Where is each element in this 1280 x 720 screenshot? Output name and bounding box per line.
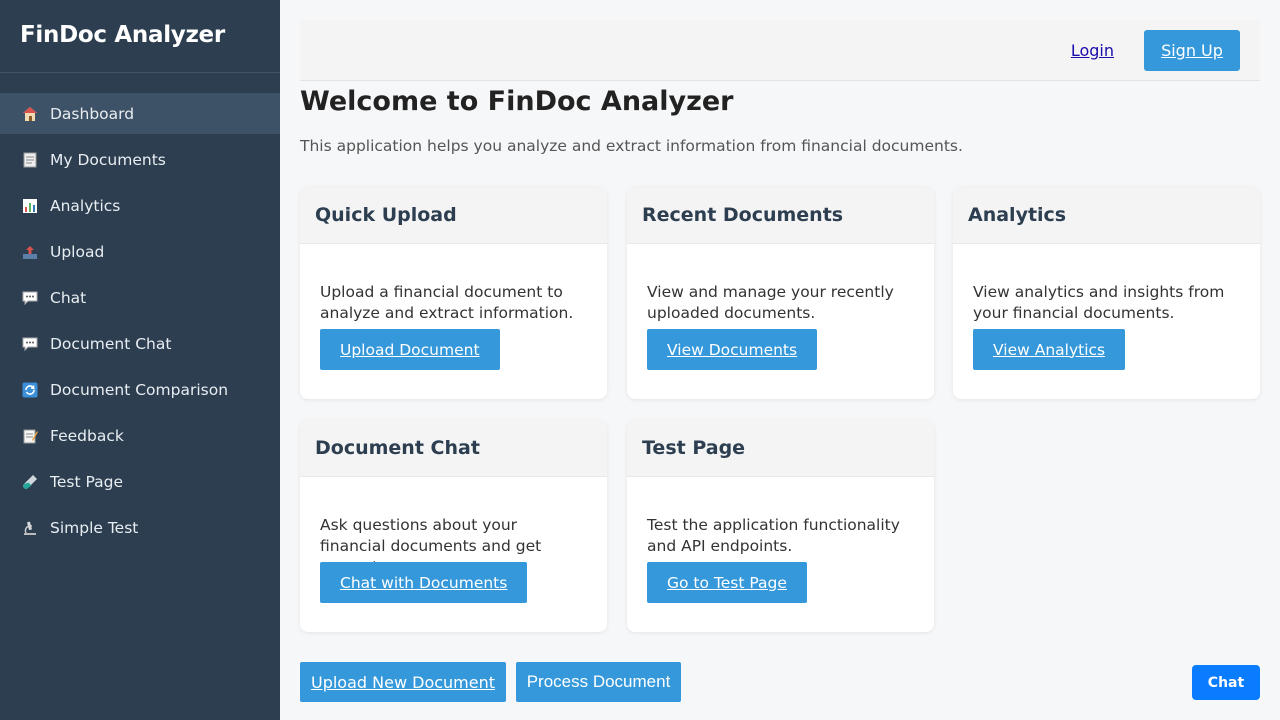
sidebar-item-dashboard[interactable]: Dashboard	[0, 93, 280, 134]
top-header: Login Sign Up	[300, 20, 1260, 81]
process-document-button[interactable]: Process Document	[516, 662, 681, 702]
card-text: View analytics and insights from your fi…	[973, 283, 1225, 322]
sidebar-item-label: Document Comparison	[50, 380, 229, 399]
upload-document-button[interactable]: Upload Document	[320, 329, 500, 370]
sidebar-item-document-comparison[interactable]: Document Comparison	[0, 369, 280, 410]
home-icon	[22, 106, 38, 122]
sidebar-item-label: Dashboard	[50, 104, 135, 123]
sidebar-item-chat[interactable]: Chat	[0, 277, 280, 318]
card-title: Document Chat	[300, 420, 607, 477]
sidebar-item-label: Chat	[50, 288, 87, 307]
card-text: Test the application functionality and A…	[647, 516, 900, 555]
bar-chart-icon	[22, 198, 38, 214]
upload-tray-icon	[22, 244, 38, 260]
chat-floating-button[interactable]: Chat	[1192, 665, 1260, 700]
page-description: This application helps you analyze and e…	[300, 137, 963, 155]
card-text: View and manage your recently uploaded d…	[647, 283, 894, 322]
sidebar-item-label: Test Page	[50, 472, 123, 491]
card-title: Test Page	[627, 420, 934, 477]
sidebar-item-label: Simple Test	[50, 518, 139, 537]
card-quick-upload: Quick Upload Upload a financial document…	[300, 187, 607, 399]
microscope-icon	[22, 520, 38, 536]
card-recent-documents: Recent Documents View and manage your re…	[627, 187, 934, 399]
page-title: Welcome to FinDoc Analyzer	[300, 86, 734, 117]
card-title: Analytics	[953, 187, 1260, 244]
card-analytics: Analytics View analytics and insights fr…	[953, 187, 1260, 399]
refresh-arrows-icon	[22, 382, 38, 398]
speech-bubble-icon	[22, 336, 38, 352]
card-title: Quick Upload	[300, 187, 607, 244]
go-to-test-page-button[interactable]: Go to Test Page	[647, 562, 807, 603]
sidebar-item-upload[interactable]: Upload	[0, 231, 280, 272]
upload-new-document-button[interactable]: Upload New Document	[300, 662, 506, 702]
card-text: Upload a financial document to analyze a…	[320, 283, 574, 322]
sidebar-item-label: My Documents	[50, 150, 166, 169]
sidebar: FinDoc Analyzer Dashboard My Documents A…	[0, 0, 280, 720]
sidebar-item-label: Upload	[50, 242, 105, 261]
chat-with-documents-button[interactable]: Chat with Documents	[320, 562, 528, 603]
view-documents-button[interactable]: View Documents	[647, 329, 818, 370]
login-link[interactable]: Login	[1071, 41, 1114, 60]
sidebar-item-test-page[interactable]: Test Page	[0, 461, 280, 502]
document-icon	[22, 152, 38, 168]
card-title: Recent Documents	[627, 187, 934, 244]
card-document-chat: Document Chat Ask questions about your f…	[300, 420, 607, 632]
sidebar-item-my-documents[interactable]: My Documents	[0, 139, 280, 180]
card-text: Ask questions about your financial docum…	[320, 516, 542, 576]
signup-button[interactable]: Sign Up	[1144, 30, 1240, 71]
app-title: FinDoc Analyzer	[0, 0, 280, 73]
sidebar-item-simple-test[interactable]: Simple Test	[0, 507, 280, 548]
sidebar-item-label: Document Chat	[50, 334, 172, 353]
test-tube-icon	[22, 474, 38, 490]
sidebar-item-document-chat[interactable]: Document Chat	[0, 323, 280, 364]
sidebar-item-feedback[interactable]: Feedback	[0, 415, 280, 456]
card-test-page: Test Page Test the application functiona…	[627, 420, 934, 632]
sidebar-item-label: Analytics	[50, 196, 121, 215]
memo-icon	[22, 428, 38, 444]
sidebar-item-analytics[interactable]: Analytics	[0, 185, 280, 226]
sidebar-nav: Dashboard My Documents Analytics Upload …	[0, 93, 280, 548]
view-analytics-button[interactable]: View Analytics	[973, 329, 1126, 370]
speech-bubble-icon	[22, 290, 38, 306]
sidebar-item-label: Feedback	[50, 426, 124, 445]
